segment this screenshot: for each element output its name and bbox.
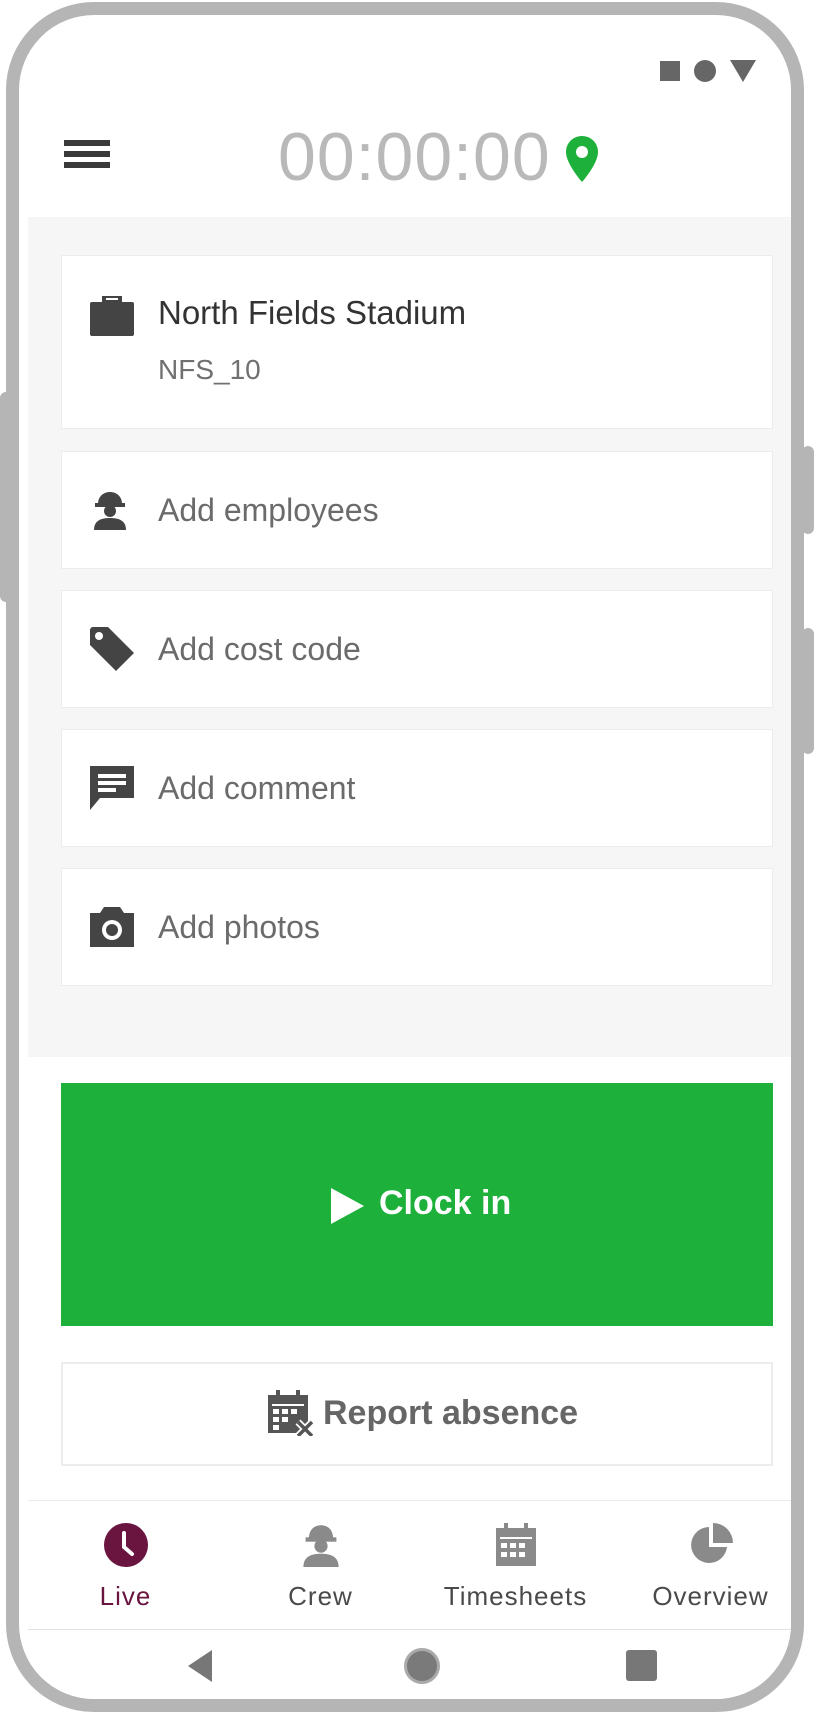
phone-frame: 00:00:00 North Fields Stadium NFS_10 Add… bbox=[6, 2, 804, 1712]
comment-icon bbox=[90, 766, 134, 810]
clock-in-button[interactable]: Clock in bbox=[61, 1083, 773, 1326]
nav-label-overview: Overview bbox=[652, 1581, 769, 1611]
circle-icon bbox=[694, 60, 716, 82]
timer-display: 00:00:00 bbox=[278, 119, 551, 195]
add-employees-row[interactable]: Add employees bbox=[61, 451, 773, 569]
recents-icon[interactable] bbox=[626, 1650, 657, 1681]
clock-icon bbox=[104, 1523, 148, 1567]
add-cost-code-label: Add cost code bbox=[158, 631, 361, 667]
worker-icon bbox=[94, 492, 126, 530]
app-screen: 00:00:00 North Fields Stadium NFS_10 Add… bbox=[28, 24, 791, 1699]
add-cost-code-row[interactable]: Add cost code bbox=[61, 590, 773, 708]
job-name: North Fields Stadium bbox=[158, 294, 467, 331]
report-absence-button[interactable]: Report absence bbox=[61, 1362, 773, 1466]
briefcase-icon bbox=[90, 296, 134, 336]
square-icon bbox=[660, 61, 680, 81]
back-icon[interactable] bbox=[188, 1650, 212, 1682]
add-photos-row[interactable]: Add photos bbox=[61, 868, 773, 986]
nav-label-timesheets: Timesheets bbox=[443, 1581, 588, 1611]
add-employees-label: Add employees bbox=[158, 492, 379, 528]
worker-icon bbox=[303, 1525, 339, 1567]
nav-item-overview[interactable]: Overview bbox=[613, 1501, 791, 1629]
camera-icon bbox=[90, 907, 134, 947]
pie-chart-icon bbox=[691, 1523, 733, 1563]
home-icon[interactable] bbox=[404, 1648, 440, 1684]
nav-item-timesheets[interactable]: Timesheets bbox=[418, 1501, 613, 1629]
report-absence-label: Report absence bbox=[323, 1394, 579, 1432]
nav-label-crew: Crew bbox=[288, 1581, 353, 1611]
calendar-icon bbox=[496, 1523, 536, 1566]
content-area: North Fields Stadium NFS_10 Add employee… bbox=[28, 217, 791, 1057]
add-photos-label: Add photos bbox=[158, 909, 320, 945]
add-comment-label: Add comment bbox=[158, 770, 356, 806]
calendar-x-icon bbox=[268, 1390, 314, 1436]
hamburger-menu-icon[interactable] bbox=[64, 140, 110, 178]
location-pin-icon bbox=[566, 136, 598, 182]
nav-item-live[interactable]: Live bbox=[28, 1501, 223, 1629]
add-comment-row[interactable]: Add comment bbox=[61, 729, 773, 847]
clock-in-label: Clock in bbox=[379, 1184, 512, 1222]
nav-label-live: Live bbox=[99, 1581, 152, 1611]
nav-item-crew[interactable]: Crew bbox=[223, 1501, 418, 1629]
status-bar bbox=[660, 60, 756, 82]
job-card[interactable]: North Fields Stadium NFS_10 bbox=[61, 255, 773, 429]
bottom-navigation: Live Crew Timesheets Overview bbox=[28, 1500, 791, 1631]
system-navigation-bar bbox=[28, 1630, 791, 1699]
play-icon bbox=[331, 1188, 364, 1224]
triangle-icon bbox=[730, 60, 756, 82]
tag-icon bbox=[90, 627, 134, 671]
job-code: NFS_10 bbox=[158, 354, 261, 385]
